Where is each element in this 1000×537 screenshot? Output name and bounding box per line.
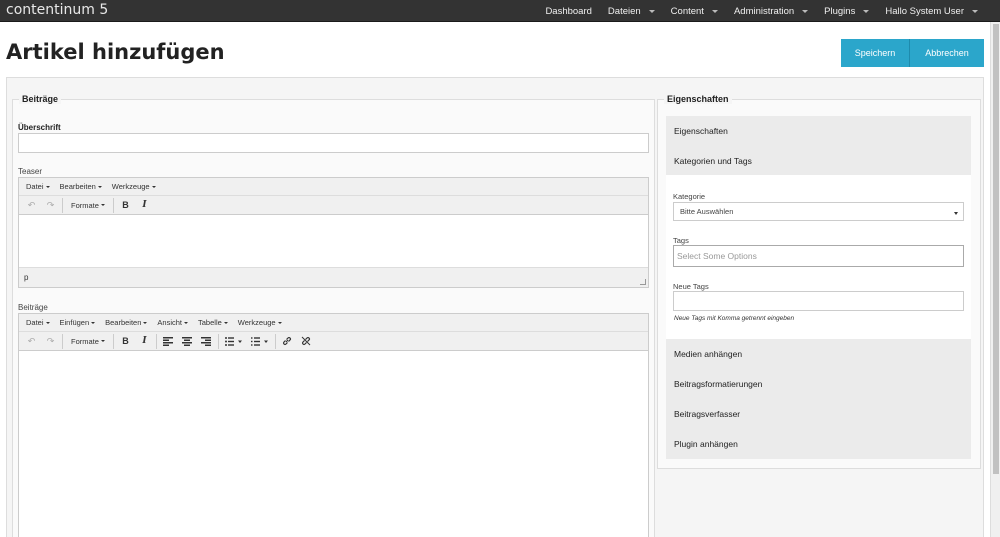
chevron-down-icon: [45, 321, 50, 324]
category-label: Kategorie: [673, 192, 706, 201]
heading-label: Überschrift: [18, 123, 61, 132]
body-formats-dropdown[interactable]: Formate: [65, 333, 111, 350]
toolbar-divider: [112, 333, 114, 349]
body-label: Beiträge: [18, 303, 48, 312]
main-nav: Dashboard Dateien Content Administration…: [537, 0, 986, 22]
tags-label: Tags: [673, 236, 689, 245]
new-tags-input[interactable]: [673, 291, 964, 311]
align-center-icon[interactable]: [178, 333, 197, 350]
teaser-toolbar: ↶ ↷ Formate B I: [19, 196, 648, 215]
nav-administration[interactable]: Administration: [726, 0, 816, 22]
accordion-beitragsverfasser[interactable]: Beitragsverfasser: [666, 399, 971, 429]
bullet-list-icon[interactable]: [221, 333, 247, 350]
redo-icon[interactable]: ↷: [41, 197, 60, 214]
top-navbar: contentinum 5 Dashboard Dateien Content …: [0, 0, 1000, 22]
body-menu-tabelle[interactable]: Tabelle: [193, 318, 233, 327]
new-tags-help: Neue Tags mit Komma getrennt eingeben: [674, 315, 795, 322]
chevron-down-icon: [711, 9, 718, 13]
nav-plugins[interactable]: Plugins: [816, 0, 877, 22]
page-scrollbar[interactable]: [990, 22, 1000, 537]
body-menu-ansicht[interactable]: Ansicht: [152, 318, 193, 327]
save-button[interactable]: Speichern: [841, 39, 910, 67]
element-path[interactable]: p: [24, 273, 28, 282]
numbered-list-icon[interactable]: [247, 333, 273, 350]
teaser-menu-datei[interactable]: Datei: [21, 182, 55, 191]
resize-handle-icon[interactable]: [640, 279, 646, 285]
body-menubar: Datei Einfügen Bearbeiten Ansicht Tabell…: [19, 314, 648, 332]
properties-legend: Eigenschaften: [664, 94, 732, 104]
scrollbar-thumb[interactable]: [993, 24, 999, 474]
articles-legend: Beiträge: [19, 94, 62, 104]
toolbar-divider: [155, 333, 157, 349]
teaser-statusbar: p: [19, 267, 648, 287]
nav-dateien[interactable]: Dateien: [600, 0, 663, 22]
accordion-eigenschaften[interactable]: Eigenschaften: [666, 116, 971, 146]
accordion-plugin[interactable]: Plugin anhängen: [666, 429, 971, 459]
italic-icon[interactable]: I: [135, 333, 154, 350]
chevron-down-icon: [100, 204, 105, 206]
category-select[interactable]: Bitte Auswählen: [673, 202, 964, 221]
heading-input[interactable]: [18, 133, 649, 153]
teaser-edit-area[interactable]: [19, 215, 648, 267]
body-toolbar: ↶ ↷ Formate B I: [19, 332, 648, 351]
nav-dashboard[interactable]: Dashboard: [537, 0, 599, 22]
chevron-down-icon: [184, 321, 189, 324]
chevron-down-icon: [100, 340, 105, 342]
align-right-icon[interactable]: [197, 333, 216, 350]
undo-icon[interactable]: ↶: [22, 333, 41, 350]
chevron-down-icon: [91, 321, 96, 324]
brand-logo[interactable]: contentinum 5: [6, 2, 108, 18]
chevron-down-icon: [45, 185, 50, 188]
toolbar-divider: [217, 333, 219, 349]
chevron-down-icon: [223, 321, 228, 324]
accordion-medien[interactable]: Medien anhängen: [666, 339, 971, 369]
toolbar-divider: [62, 333, 63, 349]
chevron-down-icon: [277, 321, 282, 324]
redo-icon[interactable]: ↷: [41, 333, 60, 350]
undo-icon[interactable]: ↶: [22, 197, 41, 214]
teaser-menu-bearbeiten[interactable]: Bearbeiten: [55, 182, 107, 191]
teaser-menubar: Datei Bearbeiten Werkzeuge: [19, 178, 648, 196]
body-menu-bearbeiten[interactable]: Bearbeiten: [100, 318, 152, 327]
teaser-formats-dropdown[interactable]: Formate: [65, 197, 111, 214]
bold-icon[interactable]: B: [116, 333, 135, 350]
nav-content[interactable]: Content: [663, 0, 726, 22]
page-title: Artikel hinzufügen: [6, 40, 225, 64]
action-buttons: Speichern Abbrechen: [841, 39, 984, 67]
tags-input[interactable]: Select Some Options: [673, 245, 964, 267]
chevron-down-icon: [863, 9, 870, 13]
toolbar-divider: [62, 197, 63, 213]
chevron-down-icon: [143, 321, 148, 324]
chevron-down-icon: [972, 9, 978, 13]
cancel-button[interactable]: Abbrechen: [910, 39, 984, 67]
align-left-icon[interactable]: [159, 333, 178, 350]
unlink-icon[interactable]: [297, 333, 316, 350]
body-edit-area[interactable]: [19, 351, 648, 537]
body-menu-datei[interactable]: Datei: [21, 318, 55, 327]
bold-icon[interactable]: B: [116, 197, 135, 214]
teaser-label: Teaser: [18, 167, 43, 176]
accordion-kategorien-tags[interactable]: Kategorien und Tags: [666, 146, 971, 176]
chevron-down-icon: [648, 9, 655, 13]
chevron-down-icon: [954, 212, 958, 215]
chevron-down-icon: [151, 185, 156, 188]
chevron-down-icon: [97, 185, 102, 188]
toolbar-divider: [112, 197, 114, 213]
teaser-menu-werkzeuge[interactable]: Werkzeuge: [107, 182, 161, 191]
body-menu-werkzeuge[interactable]: Werkzeuge: [233, 318, 287, 327]
link-icon[interactable]: [278, 333, 297, 350]
nav-user-menu[interactable]: Hallo System User: [877, 0, 986, 22]
new-tags-label: Neue Tags: [673, 282, 709, 291]
body-menu-einfuegen[interactable]: Einfügen: [55, 318, 101, 327]
chevron-down-icon: [802, 9, 809, 13]
toolbar-divider: [274, 333, 276, 349]
body-editor: Datei Einfügen Bearbeiten Ansicht Tabell…: [18, 313, 649, 537]
accordion-beitragsformatierungen[interactable]: Beitragsformatierungen: [666, 369, 971, 399]
teaser-editor: Datei Bearbeiten Werkzeuge ↶ ↷ Formate B…: [18, 177, 649, 288]
italic-icon[interactable]: I: [135, 197, 154, 214]
